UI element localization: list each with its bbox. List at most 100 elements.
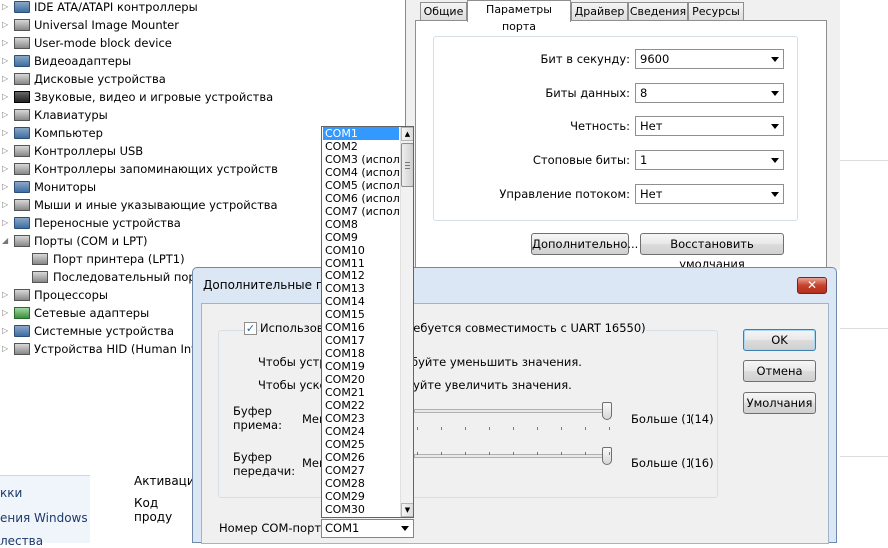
port-setting-select[interactable]: 1 [635, 150, 784, 171]
tab-details[interactable]: Сведения [628, 2, 688, 21]
com-port-option[interactable]: COM22 [323, 399, 399, 412]
close-button[interactable]: ✕ [797, 277, 827, 294]
com-port-option[interactable]: COM12 [323, 269, 399, 282]
cancel-button[interactable]: Отмена [743, 360, 816, 382]
expand-arrow-icon[interactable]: ▷ [2, 286, 10, 304]
com-port-option[interactable]: COM3 (исполь [323, 153, 399, 166]
expand-arrow-icon[interactable]: ▷ [2, 34, 10, 52]
com-port-option[interactable]: COM24 [323, 425, 399, 438]
task-link[interactable]: ения Windows [0, 511, 88, 525]
storage-controller-icon [14, 163, 30, 175]
port-setting-select[interactable]: 9600 [635, 49, 784, 69]
scrollbar-thumb[interactable] [401, 143, 413, 187]
expand-arrow-icon[interactable]: ▷ [2, 0, 10, 16]
rx-buffer-slider-thumb[interactable] [602, 402, 612, 420]
com-port-select[interactable]: COM1 [321, 519, 414, 538]
slider-tick [513, 427, 514, 430]
expand-arrow-icon[interactable]: ▷ [2, 178, 10, 196]
com-port-option[interactable]: COM21 [323, 386, 399, 399]
expand-arrow-icon[interactable]: ▷ [2, 142, 10, 160]
slider-tick [441, 427, 442, 430]
chevron-down-icon[interactable] [771, 158, 779, 164]
rx-buffer-slider-track[interactable] [414, 409, 612, 413]
expand-arrow-icon[interactable]: ▷ [2, 214, 10, 232]
com-port-option[interactable]: COM13 [323, 282, 399, 295]
chevron-down-icon[interactable] [771, 191, 779, 197]
com-port-option[interactable]: COM18 [323, 347, 399, 360]
com-port-option[interactable]: COM6 (исполь [323, 192, 399, 205]
chevron-down-icon[interactable] [771, 90, 779, 96]
com-port-dropdown-list[interactable]: COM1 COM2 COM3 (исполь COM4 (исполь COM5 (ис… [321, 126, 414, 518]
scroll-down-icon[interactable]: ▼ [401, 503, 413, 517]
expand-arrow-icon[interactable]: ▷ [2, 304, 10, 322]
expand-arrow-icon[interactable]: ▷ [2, 70, 10, 88]
com-port-option[interactable]: COM4 (исполь [323, 166, 399, 179]
slider-tick [609, 452, 610, 455]
com-port-option[interactable]: COM20 [323, 373, 399, 386]
com-port-option[interactable]: COM11 [323, 257, 399, 270]
tab-port-settings[interactable]: Параметры порта [467, 0, 571, 33]
scroll-up-icon[interactable]: ▲ [401, 127, 413, 141]
com-port-option[interactable]: COM30 [323, 503, 399, 516]
task-link[interactable]: кки [0, 486, 22, 500]
tab-resources[interactable]: Ресурсы [688, 2, 744, 21]
expand-arrow-icon[interactable]: ▷ [2, 322, 10, 340]
video-adapter-icon [14, 55, 30, 67]
slider-tick [441, 452, 442, 455]
com-port-option[interactable]: COM19 [323, 360, 399, 373]
port-setting-value: 1 [640, 153, 648, 168]
com-port-option[interactable]: COM7 (исполь [323, 205, 399, 218]
chevron-down-icon[interactable] [771, 124, 779, 130]
com-port-option[interactable]: COM8 [323, 218, 399, 231]
expand-arrow-icon[interactable]: ▷ [2, 124, 10, 142]
tab-driver[interactable]: Драйвер [571, 2, 628, 21]
expand-arrow-icon[interactable]: ▷ [2, 52, 10, 70]
com-port-option[interactable]: COM23 [323, 412, 399, 425]
com-port-option[interactable]: COM29 [323, 490, 399, 503]
slider-tick [561, 427, 562, 430]
computer-icon [14, 127, 30, 139]
expand-arrow-icon[interactable]: ▷ [2, 106, 10, 124]
tab-general[interactable]: Общие [420, 2, 467, 21]
defaults-button[interactable]: Умолчания [743, 392, 816, 414]
expand-arrow-icon[interactable]: ▷ [2, 196, 10, 214]
com-port-option[interactable]: COM16 [323, 321, 399, 334]
port-setting-select[interactable]: Нет [635, 183, 784, 204]
com-port-option[interactable]: COM10 [323, 244, 399, 257]
system-info-pane: Активация Код проду [90, 474, 202, 543]
com-port-option[interactable]: COM5 (исполь [323, 179, 399, 192]
slider-tick [489, 427, 490, 430]
system-device-icon [14, 325, 30, 337]
com-port-option[interactable]: COM14 [323, 295, 399, 308]
use-fifo-checkbox[interactable]: ✓ [244, 322, 257, 335]
advanced-button[interactable]: Дополнительно... [531, 233, 638, 255]
block-device-icon [14, 37, 30, 49]
com-port-option[interactable]: COM1 [323, 127, 399, 140]
restore-defaults-button[interactable]: Восстановить умолчания [640, 233, 784, 271]
dropdown-scrollbar[interactable]: ▲ ▼ [400, 127, 413, 517]
ok-button[interactable]: OK [743, 329, 816, 351]
port-setting-value: Нет [640, 119, 663, 134]
expand-arrow-icon[interactable]: ▷ [2, 16, 10, 34]
expand-arrow-icon[interactable]: ▷ [2, 160, 10, 178]
com-port-option[interactable]: COM28 [323, 477, 399, 490]
tree-item-label: Сетевые адаптеры [34, 306, 150, 320]
port-setting-value: Нет [640, 186, 663, 201]
tx-buffer-slider-thumb[interactable] [602, 447, 612, 465]
com-port-option[interactable]: COM26 [323, 451, 399, 464]
port-setting-select[interactable]: 8 [635, 82, 784, 103]
task-link[interactable]: лества [0, 534, 43, 548]
chevron-down-icon[interactable] [771, 57, 779, 62]
chevron-down-icon[interactable] [401, 526, 409, 531]
com-port-option[interactable]: COM9 [323, 231, 399, 244]
com-port-option[interactable]: COM17 [323, 334, 399, 347]
expand-arrow-icon[interactable]: ▷ [2, 88, 10, 106]
com-port-option[interactable]: COM15 [323, 308, 399, 321]
com-port-option[interactable]: COM27 [323, 464, 399, 477]
port-setting-select[interactable]: Нет [635, 116, 784, 137]
com-port-option[interactable]: COM25 [323, 438, 399, 451]
expand-arrow-icon[interactable]: ▷ [2, 340, 10, 358]
network-adapter-icon [14, 307, 30, 319]
collapse-arrow-icon[interactable]: ◢ [2, 232, 10, 250]
com-port-option[interactable]: COM2 [323, 140, 399, 153]
